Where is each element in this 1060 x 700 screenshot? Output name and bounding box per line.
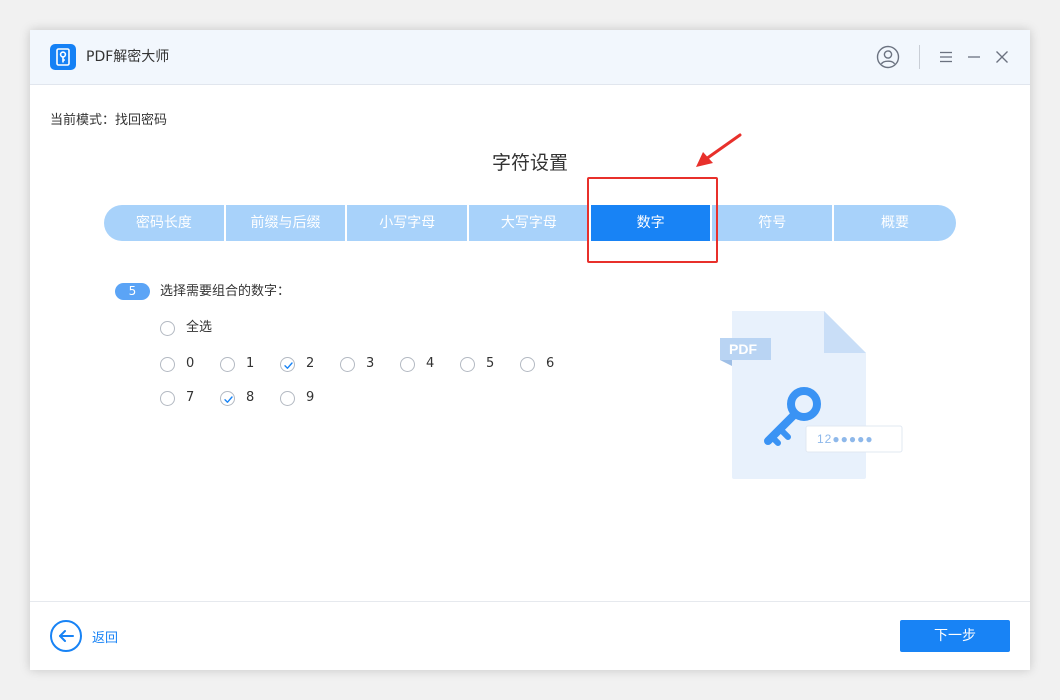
- step-tabs: 密码长度 前缀与后缀 小写字母 大写字母 数字 符号 概要: [104, 205, 956, 241]
- highlight-box: [587, 177, 718, 263]
- section-title: 字符设置: [491, 152, 568, 174]
- digit-label: 4: [426, 356, 435, 371]
- digit-option-5[interactable]: 5: [460, 355, 494, 373]
- digit-label: 9: [306, 390, 315, 405]
- digit-radio[interactable]: [460, 356, 475, 372]
- step-question: 选择需要组合的数字：: [160, 284, 291, 299]
- digit-radio-checked[interactable]: [220, 390, 235, 406]
- digit-option-6[interactable]: 6: [520, 355, 554, 373]
- pdf-key-illustration: PDF 12●●●●●: [720, 311, 903, 479]
- digit-radio[interactable]: [340, 356, 355, 372]
- check-icon: [284, 361, 293, 369]
- red-arrow-icon: [696, 133, 742, 167]
- step-number-badge: 5: [115, 283, 150, 300]
- digit-option-3[interactable]: 3: [340, 355, 374, 373]
- back-label[interactable]: 返回: [92, 627, 118, 646]
- digit-label: 7: [186, 390, 195, 405]
- title-bar: PDF解密大师: [30, 30, 1030, 85]
- select-all-label: 全选: [186, 320, 213, 335]
- menu-icon[interactable]: [937, 48, 955, 66]
- current-mode-label: 当前模式：找回密码: [50, 113, 168, 128]
- check-icon: [224, 395, 233, 403]
- tab-lowercase[interactable]: 小写字母: [347, 205, 470, 241]
- user-icon[interactable]: [876, 45, 900, 69]
- digit-label: 5: [486, 356, 495, 371]
- digit-label: 6: [546, 356, 555, 371]
- next-button[interactable]: 下一步: [900, 620, 1010, 652]
- select-all-option[interactable]: 全选: [160, 319, 212, 337]
- tab-symbols[interactable]: 符号: [712, 205, 835, 241]
- digit-option-9[interactable]: 9: [280, 389, 314, 407]
- minimize-icon[interactable]: [965, 48, 983, 66]
- digit-label: 1: [246, 356, 255, 371]
- digit-radio[interactable]: [400, 356, 415, 372]
- password-hint-text: 12●●●●●: [817, 432, 874, 446]
- digit-radio[interactable]: [160, 390, 175, 406]
- footer-divider: [30, 601, 1030, 602]
- digit-option-0[interactable]: 0: [160, 355, 194, 373]
- pdf-badge-text: PDF: [729, 341, 757, 357]
- arrow-left-icon[interactable]: [50, 620, 82, 652]
- app-window: PDF解密大师 当前模式：找回密码 字符设置 密码长度 前缀与后缀 小写字母 大…: [30, 30, 1030, 670]
- back-button[interactable]: 返回: [50, 620, 118, 652]
- title-bar-divider: [919, 45, 920, 69]
- digit-label: 0: [186, 356, 195, 371]
- digit-radio[interactable]: [220, 356, 235, 372]
- tab-uppercase[interactable]: 大写字母: [469, 205, 591, 241]
- tab-prefix-suffix[interactable]: 前缀与后缀: [226, 205, 348, 241]
- app-title: PDF解密大师: [86, 49, 170, 65]
- digit-option-4[interactable]: 4: [400, 355, 434, 373]
- digit-radio-checked[interactable]: [280, 356, 295, 372]
- digit-label: 3: [366, 356, 375, 371]
- digit-radio[interactable]: [520, 356, 535, 372]
- digit-radio[interactable]: [160, 356, 175, 372]
- tab-summary[interactable]: 概要: [834, 205, 956, 241]
- digit-label: 2: [306, 356, 315, 371]
- digit-option-1[interactable]: 1: [220, 355, 254, 373]
- tab-password-length[interactable]: 密码长度: [104, 205, 226, 241]
- close-icon[interactable]: [993, 48, 1011, 66]
- digit-option-7[interactable]: 7: [160, 389, 194, 407]
- digit-radio[interactable]: [280, 390, 295, 406]
- app-logo-icon: [50, 44, 76, 70]
- select-all-radio[interactable]: [160, 320, 175, 336]
- digit-option-8[interactable]: 8: [220, 389, 254, 407]
- digit-label: 8: [246, 390, 255, 405]
- digit-option-2[interactable]: 2: [280, 355, 314, 373]
